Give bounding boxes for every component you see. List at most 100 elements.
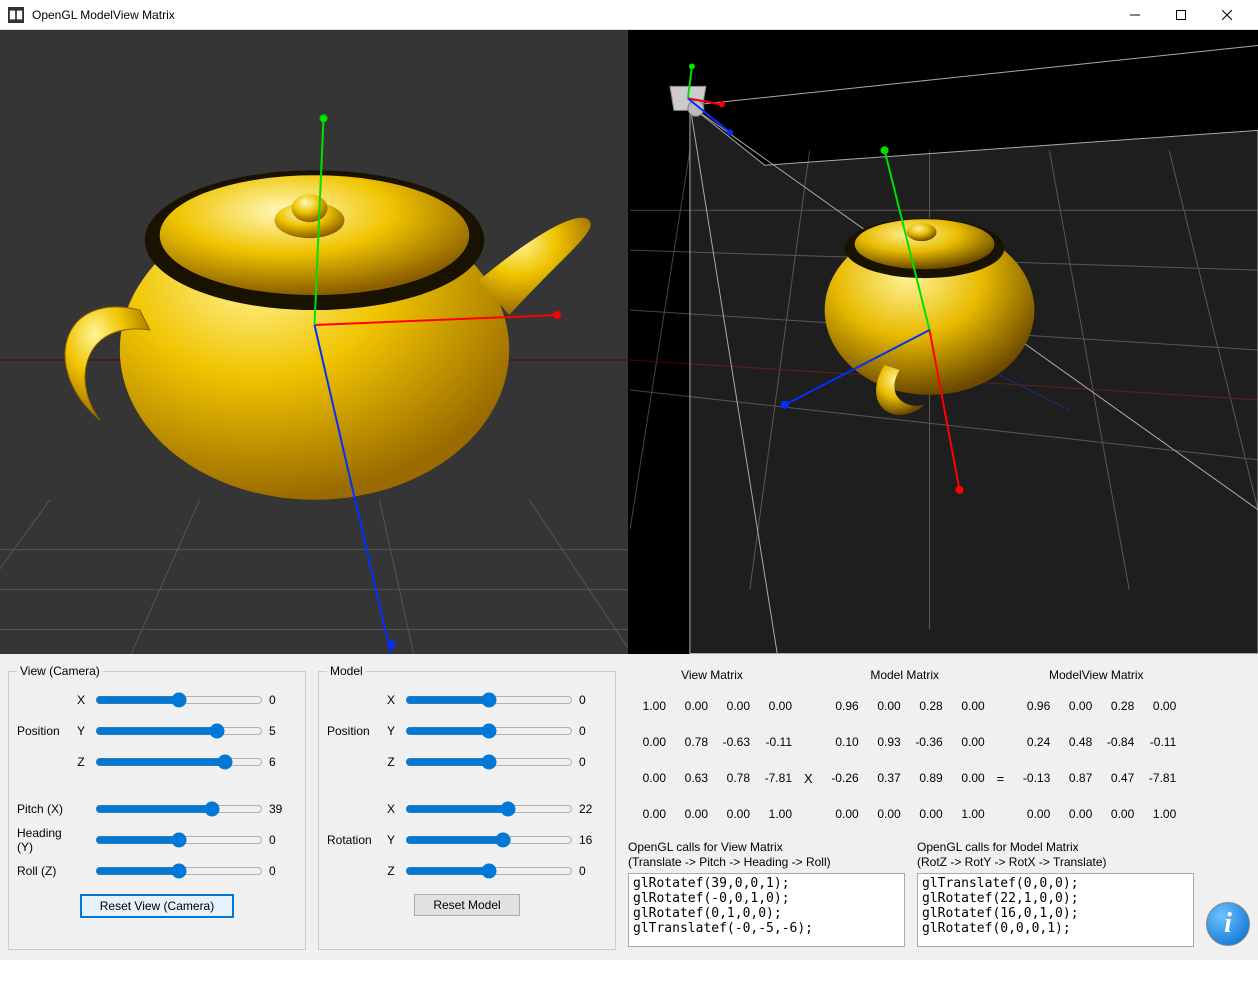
- view-matrix: 1.000.000.000.000.000.78-0.63-0.110.000.…: [628, 688, 796, 832]
- matrix-cell: 0.93: [863, 724, 905, 760]
- matrices-area: View Matrix 1.000.000.000.000.000.78-0.6…: [628, 664, 1250, 832]
- model-pos-z-slider[interactable]: [405, 751, 573, 773]
- matrix-cell: 0.00: [1054, 796, 1096, 832]
- matrix-cell: 0.00: [863, 688, 905, 724]
- model-rot-x-label: X: [383, 802, 399, 816]
- model-pos-z-value: 0: [579, 755, 607, 769]
- matrix-cell: 0.63: [670, 760, 712, 796]
- matrix-cell: 0.87: [1054, 760, 1096, 796]
- maximize-button[interactable]: [1158, 0, 1204, 30]
- matrix-cell: 0.78: [670, 724, 712, 760]
- matrix-cell: -0.36: [905, 724, 947, 760]
- view-pos-y-value: 5: [269, 724, 297, 738]
- model-rotation-label: Rotation: [327, 833, 383, 847]
- matrix-cell: 0.00: [947, 760, 989, 796]
- matrix-cell: -0.84: [1096, 724, 1138, 760]
- view-pos-z-slider[interactable]: [95, 751, 263, 773]
- matrix-cell: -0.11: [1138, 724, 1180, 760]
- model-rot-z-label: Z: [383, 864, 399, 878]
- matrix-cell: 0.47: [1096, 760, 1138, 796]
- model-pos-y-label: Y: [383, 724, 399, 738]
- equals-op: =: [995, 771, 1007, 786]
- view-pos-z-value: 6: [269, 755, 297, 769]
- matrix-cell: 0.96: [821, 688, 863, 724]
- view-pos-y-label: Y: [73, 724, 89, 738]
- model-pos-x-label: X: [383, 693, 399, 707]
- close-button[interactable]: [1204, 0, 1250, 30]
- calls-model-subtitle: (RotZ -> RotY -> RotX -> Translate): [917, 855, 1194, 869]
- title-bar: OpenGL ModelView Matrix: [0, 0, 1258, 30]
- matrix-cell: -0.11: [754, 724, 796, 760]
- model-rot-y-label: Y: [383, 833, 399, 847]
- matrix-cell: 0.89: [905, 760, 947, 796]
- matrix-cell: 0.24: [1012, 724, 1054, 760]
- matrix-cell: -7.81: [1138, 760, 1180, 796]
- model-legend: Model: [327, 664, 366, 678]
- model-rot-x-slider[interactable]: [405, 798, 573, 820]
- model-rot-z-slider[interactable]: [405, 860, 573, 882]
- view-heading-value: 0: [269, 833, 297, 847]
- matrix-cell: 0.00: [754, 688, 796, 724]
- matrix-cell: 0.00: [947, 688, 989, 724]
- calls-view-code[interactable]: [628, 873, 905, 947]
- calls-model-title: OpenGL calls for Model Matrix: [917, 840, 1194, 854]
- multiply-op: X: [802, 771, 815, 786]
- calls-view-title: OpenGL calls for View Matrix: [628, 840, 905, 854]
- matrix-cell: 0.28: [905, 688, 947, 724]
- calls-model-code[interactable]: [917, 873, 1194, 947]
- matrix-cell: 0.00: [947, 724, 989, 760]
- model-rot-x-value: 22: [579, 802, 607, 816]
- matrix-cell: 1.00: [754, 796, 796, 832]
- info-button[interactable]: i: [1206, 902, 1250, 946]
- matrix-cell: 0.48: [1054, 724, 1096, 760]
- view-pitch-value: 39: [269, 802, 297, 816]
- matrix-cell: 0.28: [1096, 688, 1138, 724]
- view-pitch-slider[interactable]: [95, 798, 263, 820]
- matrix-cell: 0.00: [670, 688, 712, 724]
- world-viewport[interactable]: [630, 30, 1258, 654]
- minimize-button[interactable]: [1112, 0, 1158, 30]
- model-rot-z-value: 0: [579, 864, 607, 878]
- app-icon: [8, 7, 24, 23]
- view-position-label: Position: [17, 724, 73, 738]
- matrix-cell: -7.81: [754, 760, 796, 796]
- model-pos-y-slider[interactable]: [405, 720, 573, 742]
- reset-model-button[interactable]: Reset Model: [414, 894, 519, 916]
- matrix-cell: 1.00: [628, 688, 670, 724]
- view-pitch-label: Pitch (X): [17, 802, 73, 816]
- modelview-matrix: 0.960.000.280.000.240.48-0.84-0.11-0.130…: [1012, 688, 1180, 832]
- model-matrix-title: Model Matrix: [821, 668, 989, 682]
- matrix-cell: 0.00: [1096, 796, 1138, 832]
- modelview-matrix-title: ModelView Matrix: [1012, 668, 1180, 682]
- view-pos-x-slider[interactable]: [95, 689, 263, 711]
- matrix-cell: 0.00: [712, 688, 754, 724]
- matrix-cell: 0.37: [863, 760, 905, 796]
- matrix-cell: 0.96: [1012, 688, 1054, 724]
- view-pos-y-slider[interactable]: [95, 720, 263, 742]
- view-matrix-title: View Matrix: [628, 668, 796, 682]
- view-roll-slider[interactable]: [95, 860, 263, 882]
- view-roll-value: 0: [269, 864, 297, 878]
- model-pos-y-value: 0: [579, 724, 607, 738]
- matrix-cell: 0.00: [1012, 796, 1054, 832]
- view-camera-panel: View (Camera) X 0 Position Y 5 Z 6 Pitch…: [8, 664, 306, 950]
- matrix-cell: -0.13: [1012, 760, 1054, 796]
- camera-viewport[interactable]: [0, 30, 630, 654]
- matrix-cell: 0.00: [905, 796, 947, 832]
- calls-view-subtitle: (Translate -> Pitch -> Heading -> Roll): [628, 855, 905, 869]
- model-rot-y-value: 16: [579, 833, 607, 847]
- view-camera-legend: View (Camera): [17, 664, 103, 678]
- view-heading-slider[interactable]: [95, 829, 263, 851]
- matrix-cell: 0.00: [628, 724, 670, 760]
- matrix-cell: 1.00: [947, 796, 989, 832]
- matrix-cell: 0.00: [628, 760, 670, 796]
- matrix-cell: 0.00: [863, 796, 905, 832]
- reset-view-button[interactable]: Reset View (Camera): [80, 894, 234, 918]
- view-pos-z-label: Z: [73, 755, 89, 769]
- model-pos-x-value: 0: [579, 693, 607, 707]
- view-pos-x-label: X: [73, 693, 89, 707]
- matrix-cell: -0.26: [821, 760, 863, 796]
- model-rot-y-slider[interactable]: [405, 829, 573, 851]
- matrix-cell: 0.00: [1138, 688, 1180, 724]
- model-pos-x-slider[interactable]: [405, 689, 573, 711]
